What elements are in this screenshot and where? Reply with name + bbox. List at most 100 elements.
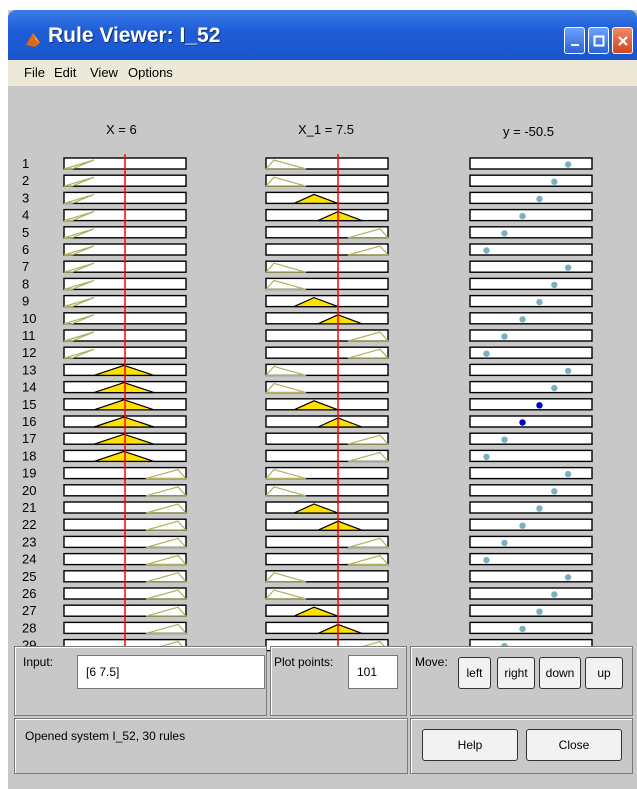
rule-cell	[469, 277, 593, 291]
title-bar[interactable]: Rule Viewer: I_52	[8, 10, 637, 60]
rule-cell	[469, 398, 593, 411]
status-text: Opened system I_52, 30 rules	[25, 729, 186, 743]
rule-viewer-window: Rule Viewer: I_52 File Edit View Options…	[8, 10, 637, 789]
output-marker	[536, 608, 543, 615]
move-label: Move:	[415, 655, 448, 669]
rule-number: 25	[22, 569, 36, 584]
rule-number: 3	[22, 190, 29, 205]
rule-cell	[469, 191, 593, 205]
rule-cell	[469, 570, 593, 583]
input-field[interactable]: [6 7.5]	[77, 655, 265, 689]
output-marker	[519, 316, 526, 323]
rule-number: 14	[22, 380, 36, 395]
output-marker	[564, 264, 572, 271]
maximize-button[interactable]	[588, 27, 609, 54]
move-down-button[interactable]: down	[539, 657, 581, 689]
rule-number: 18	[22, 448, 36, 463]
output-marker	[519, 419, 526, 426]
rule-number: 23	[22, 534, 36, 549]
rule-number: 11	[22, 328, 36, 343]
rule-number: 24	[22, 552, 36, 567]
output-marker	[501, 230, 508, 237]
output-marker	[551, 384, 558, 392]
plot-points-panel: Plot points: 101	[270, 646, 407, 716]
output-marker	[519, 212, 526, 220]
menu-options[interactable]: Options	[128, 65, 173, 80]
rule-cell	[469, 621, 593, 635]
rule-cell	[469, 363, 593, 377]
rule-number: 28	[22, 620, 36, 635]
output-marker	[564, 367, 572, 375]
output-marker	[564, 161, 572, 168]
rule-cell	[469, 294, 593, 308]
rule-number: 8	[22, 276, 29, 291]
plot-points-field[interactable]: 101	[348, 655, 398, 689]
move-left-button[interactable]: left	[458, 657, 491, 689]
minimize-button[interactable]	[564, 27, 585, 54]
rule-number: 15	[22, 397, 36, 412]
rule-number: 26	[22, 586, 36, 601]
menu-edit[interactable]: Edit	[54, 65, 76, 80]
rule-number: 22	[22, 517, 36, 532]
window-title: Rule Viewer: I_52	[48, 24, 221, 47]
rule-number: 9	[22, 294, 29, 309]
output-marker	[501, 333, 508, 340]
rule-cell	[469, 329, 593, 342]
output-marker	[519, 625, 526, 633]
rule-cell	[469, 312, 593, 325]
menu-bar: File Edit View Options	[8, 60, 637, 86]
rule-cell	[469, 604, 593, 617]
move-panel: Move: left right down up	[410, 646, 633, 716]
rule-number: 10	[22, 311, 36, 326]
rule-cell	[469, 208, 593, 222]
rule-cell	[469, 466, 593, 480]
rule-number: 20	[22, 483, 36, 498]
rule-cell	[469, 432, 593, 445]
rule-cell	[469, 260, 593, 273]
output-marker	[483, 247, 490, 254]
rule-number: 19	[22, 466, 36, 481]
output-marker	[483, 556, 490, 564]
menu-file[interactable]: File	[24, 65, 45, 80]
rule-number: 6	[22, 242, 29, 257]
rule-cell	[469, 518, 593, 531]
output-marker	[564, 470, 572, 478]
rule-cell	[469, 380, 593, 394]
output-marker	[536, 298, 543, 306]
output-marker	[551, 178, 558, 185]
rule-cell	[469, 415, 593, 428]
input-label: Input:	[23, 655, 54, 669]
rule-number: 27	[22, 603, 36, 618]
output-marker	[551, 281, 558, 289]
close-window-button[interactable]	[612, 27, 633, 54]
input-panel: Input: [6 7.5]	[14, 646, 267, 716]
output-marker	[551, 591, 558, 598]
output-marker	[536, 505, 543, 512]
rule-plot-area: X = 6 X_1 = 7.5 y = -50.5 1 2 3 4 5 6 7 8 9 10 11 1…	[8, 86, 637, 654]
rules-plot[interactable]: 1234567891011121314151617181920212223242…	[8, 86, 637, 654]
menu-view[interactable]: View	[90, 65, 118, 80]
status-panel: Opened system I_52, 30 rules	[14, 718, 408, 774]
help-button[interactable]: Help	[422, 729, 518, 761]
rule-cell	[469, 535, 593, 549]
rule-cell	[469, 157, 593, 170]
rule-number: 5	[22, 225, 29, 240]
rule-number: 7	[22, 259, 29, 274]
maximize-icon	[593, 35, 604, 46]
rule-number: 2	[22, 173, 29, 188]
rule-cell	[469, 484, 593, 497]
close-button[interactable]: Close	[526, 729, 622, 761]
output-marker	[483, 350, 490, 357]
action-panel: Help Close	[410, 718, 633, 774]
move-right-button[interactable]: right	[497, 657, 535, 689]
plot-points-label: Plot points:	[274, 655, 334, 669]
move-up-button[interactable]: up	[585, 657, 623, 689]
rule-number: 1	[22, 156, 29, 171]
rule-cell	[469, 587, 593, 600]
output-marker	[519, 522, 526, 529]
output-marker	[564, 574, 572, 581]
rule-number: 4	[22, 208, 29, 223]
close-icon	[617, 35, 628, 46]
output-marker	[551, 488, 558, 495]
output-marker	[536, 195, 543, 203]
